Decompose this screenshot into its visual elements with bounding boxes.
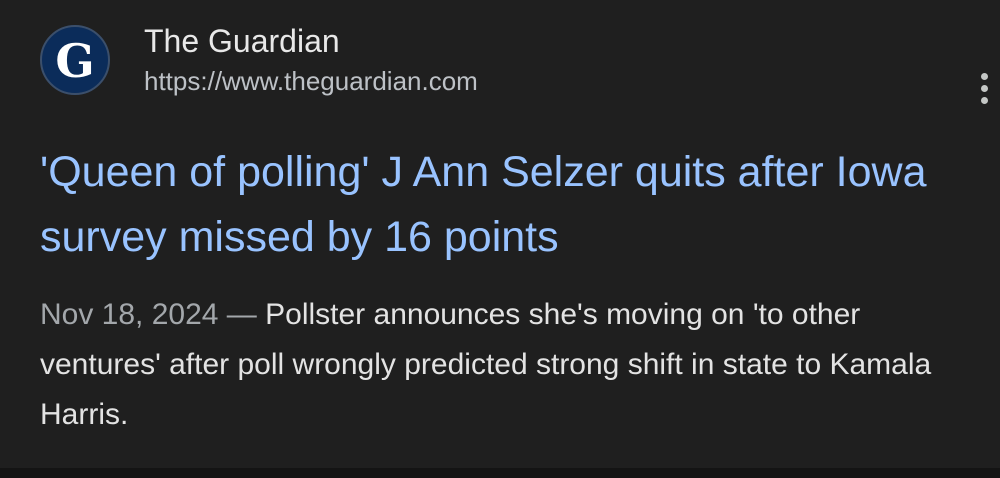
source-row[interactable]: G The Guardian https://www.theguardian.c… [40,22,988,104]
site-url[interactable]: https://www.theguardian.com [144,65,478,97]
more-vert-icon [980,72,988,80]
more-vert-icon [980,96,988,104]
favicon-letter: G [55,34,95,88]
guardian-logo-icon: G [40,25,110,95]
divider [0,468,1000,478]
snippet-date: Nov 18, 2024 — [40,298,266,331]
result-title-link[interactable]: 'Queen of polling' J Ann Selzer quits af… [40,140,960,270]
result-snippet: Nov 18, 2024 — Pollster announces she's … [40,290,970,440]
search-result-card: G The Guardian https://www.theguardian.c… [0,0,1000,468]
more-vert-icon [980,84,988,92]
site-name[interactable]: The Guardian [144,22,340,60]
more-options-button[interactable] [962,62,1000,114]
